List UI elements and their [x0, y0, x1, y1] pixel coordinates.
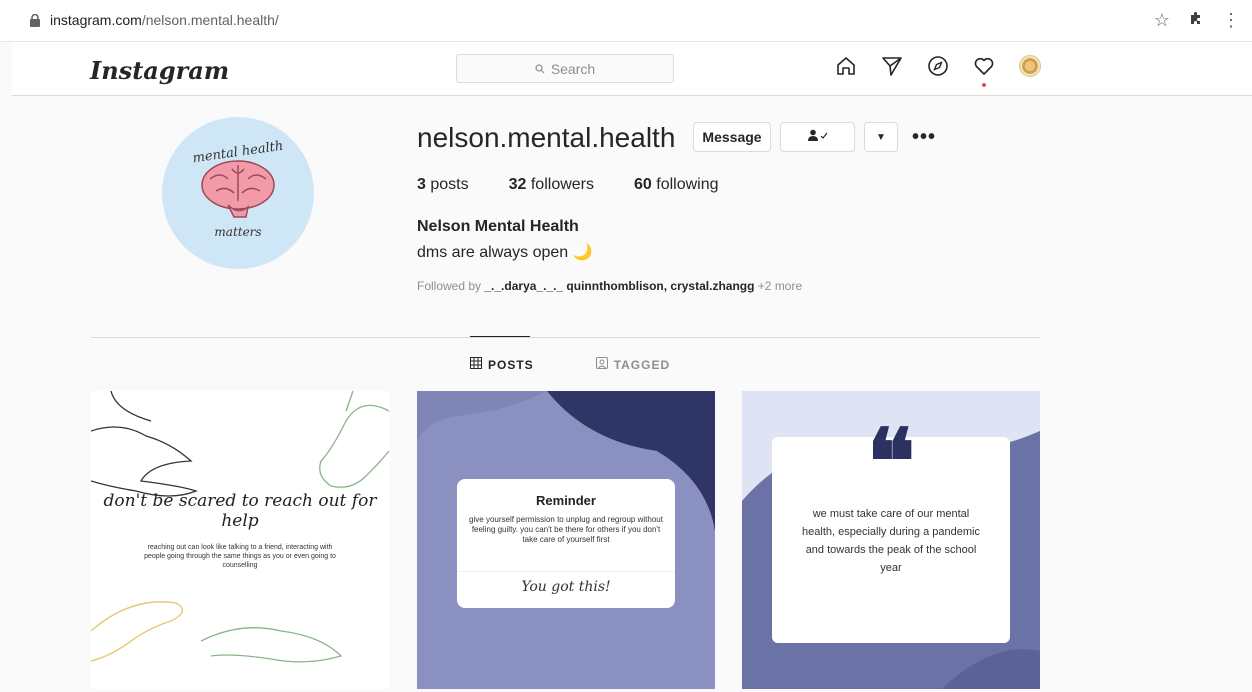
followers-count: 32: [508, 176, 527, 193]
post-signature: You got this!: [521, 579, 611, 595]
extensions-puzzle-icon[interactable]: [1188, 10, 1204, 31]
quote-card: ❝ we must take care of our mental health…: [772, 417, 1010, 643]
profile-username: nelson.mental.health: [417, 122, 676, 153]
posts-count: 3: [417, 176, 426, 193]
activity-heart-icon[interactable]: [972, 54, 996, 87]
followers-stat[interactable]: 32 followers: [509, 176, 594, 194]
post-body: reaching out can look like talking to a …: [144, 544, 336, 569]
tab-posts-label: POSTS: [488, 357, 534, 372]
posts-label: posts: [430, 176, 469, 193]
tab-tagged[interactable]: TAGGED: [595, 357, 671, 372]
tabs-divider: [91, 337, 1040, 338]
tagged-user-icon: [595, 357, 608, 372]
instagram-logo[interactable]: Instagram: [90, 56, 229, 85]
search-icon: [535, 61, 545, 77]
post-tile[interactable]: ❝ we must take care of our mental health…: [742, 391, 1040, 689]
post-tile[interactable]: don't be scared to reach out for help re…: [91, 391, 389, 689]
followed-more: +2 more: [757, 279, 803, 293]
followed-by[interactable]: Followed by _._.darya_._._ quinnthomblis…: [417, 279, 802, 293]
profile-tabs: POSTS TAGGED: [470, 357, 670, 372]
url-path: /nelson.mental.health/: [141, 12, 279, 28]
tab-tagged-label: TAGGED: [613, 357, 671, 372]
post-title: don't be scared to reach out for help: [103, 491, 377, 531]
reminder-card: Reminder give yourself permission to unp…: [457, 479, 675, 608]
instagram-header: Instagram Search: [12, 42, 1252, 96]
profile-bio: dms are always open 🌙: [417, 244, 593, 261]
profile-avatar[interactable]: [1018, 54, 1042, 78]
search-input[interactable]: Search: [456, 54, 674, 83]
profile-stats: 3 posts 32 followers 60 following: [417, 176, 719, 194]
search-placeholder: Search: [550, 60, 596, 77]
suggested-accounts-button[interactable]: ▼: [864, 122, 898, 152]
grid-icon: [470, 357, 482, 372]
direct-message-icon[interactable]: [880, 54, 904, 78]
more-options-button[interactable]: •••: [910, 124, 938, 150]
message-button[interactable]: Message: [693, 122, 771, 152]
tab-posts[interactable]: POSTS: [470, 357, 534, 372]
more-dots-icon: •••: [911, 125, 936, 148]
followed-prefix: Followed by: [417, 279, 482, 293]
following-button[interactable]: [780, 122, 855, 152]
following-label: following: [656, 176, 719, 193]
post-tile[interactable]: Reminder give yourself permission to unp…: [417, 391, 715, 689]
avatar: [1019, 55, 1041, 77]
home-icon[interactable]: [834, 54, 858, 78]
followers-label: followers: [530, 176, 594, 193]
card-divider: [457, 571, 675, 572]
post-body: give yourself permission to unplug and r…: [469, 515, 663, 544]
browser-menu-icon[interactable]: ⋮: [1222, 10, 1240, 31]
caret-down-icon: ▼: [876, 131, 886, 143]
profile-picture-text-bottom: matters: [214, 225, 262, 239]
address-bar[interactable]: instagram.com/nelson.mental.health/: [12, 6, 1142, 34]
active-tab-indicator: [470, 336, 530, 337]
following-stat[interactable]: 60 following: [634, 176, 719, 194]
post-title: Reminder: [536, 493, 596, 508]
following-count: 60: [634, 176, 652, 193]
browser-chrome: instagram.com/nelson.mental.health/ ☆ ⋮: [0, 0, 1252, 42]
explore-icon[interactable]: [926, 54, 950, 78]
brain-illustration: [201, 160, 275, 218]
url-text: instagram.com/nelson.mental.health/: [50, 12, 279, 28]
lock-icon: [30, 13, 42, 27]
followed-users[interactable]: _._.darya_._._ quinnthomblison, crystal.…: [484, 279, 754, 293]
post-body: we must take care of our mental health, …: [802, 508, 980, 574]
hands-line-art: [91, 391, 389, 663]
notification-dot: [982, 83, 986, 87]
url-host: instagram.com: [50, 12, 142, 28]
profile-full-name: Nelson Mental Health: [417, 218, 579, 235]
bookmark-star-icon[interactable]: ☆: [1154, 10, 1170, 31]
profile-picture[interactable]: mental health matters: [162, 117, 314, 269]
quote-mark-icon: ❝: [866, 409, 916, 515]
posts-stat: 3 posts: [417, 176, 469, 194]
person-check-icon: [807, 128, 828, 146]
